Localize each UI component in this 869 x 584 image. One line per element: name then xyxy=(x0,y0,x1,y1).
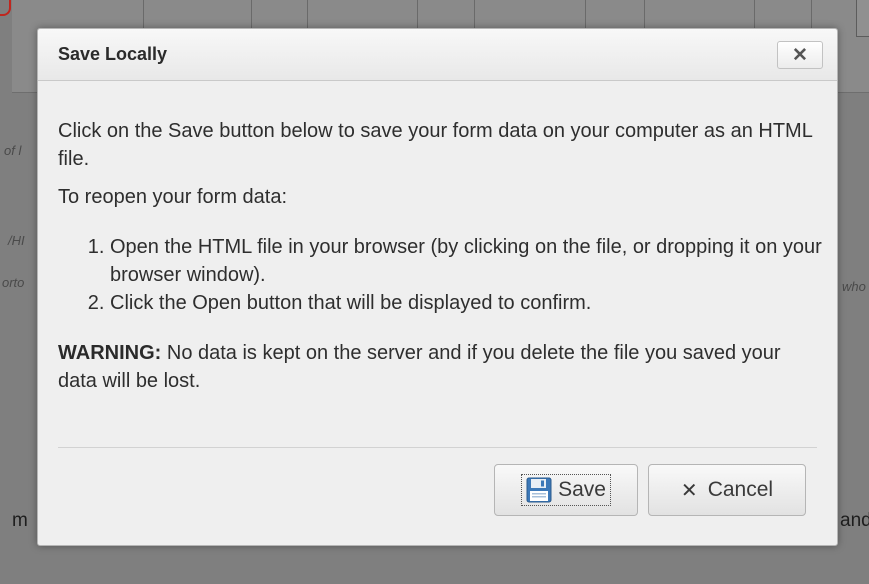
background-text: m xyxy=(12,510,28,531)
reopen-heading: To reopen your form data: xyxy=(58,186,288,208)
footer-divider xyxy=(58,447,817,448)
close-icon: ✕ xyxy=(792,44,808,66)
background-text: orto xyxy=(2,275,25,290)
close-button[interactable]: ✕ xyxy=(777,41,823,69)
background-text: of l xyxy=(4,143,22,158)
cancel-button[interactable]: ✕ Cancel xyxy=(648,464,806,516)
corner-mark xyxy=(0,0,11,16)
dialog-body: Click on the Save button below to save y… xyxy=(58,117,823,395)
save-locally-dialog: Save Locally ✕ Click on the Save button … xyxy=(37,28,838,546)
step-item: Open the HTML file in your browser (by c… xyxy=(110,233,823,289)
save-button-label: Save xyxy=(558,478,606,501)
background-box xyxy=(856,0,869,37)
dialog-header: Save Locally ✕ xyxy=(38,29,837,81)
dialog-title: Save Locally xyxy=(58,44,168,64)
background-text: who xyxy=(842,279,866,294)
warning-label: WARNING: xyxy=(58,342,162,364)
save-button-focus-ring: Save xyxy=(521,474,611,506)
warning-text: WARNING: No data is kept on the server a… xyxy=(58,339,823,395)
background-text: /HI xyxy=(8,233,25,248)
floppy-disk-icon xyxy=(526,477,552,503)
reopen-steps: Open the HTML file in your browser (by c… xyxy=(58,233,823,317)
cancel-button-label: Cancel xyxy=(707,478,774,501)
save-button[interactable]: Save xyxy=(494,464,638,516)
intro-text: Click on the Save button below to save y… xyxy=(58,120,813,170)
close-icon: ✕ xyxy=(680,479,698,502)
step-item: Click the Open button that will be displ… xyxy=(110,289,823,317)
background-text: and xyxy=(840,510,869,531)
warning-message: No data is kept on the server and if you… xyxy=(58,342,781,392)
